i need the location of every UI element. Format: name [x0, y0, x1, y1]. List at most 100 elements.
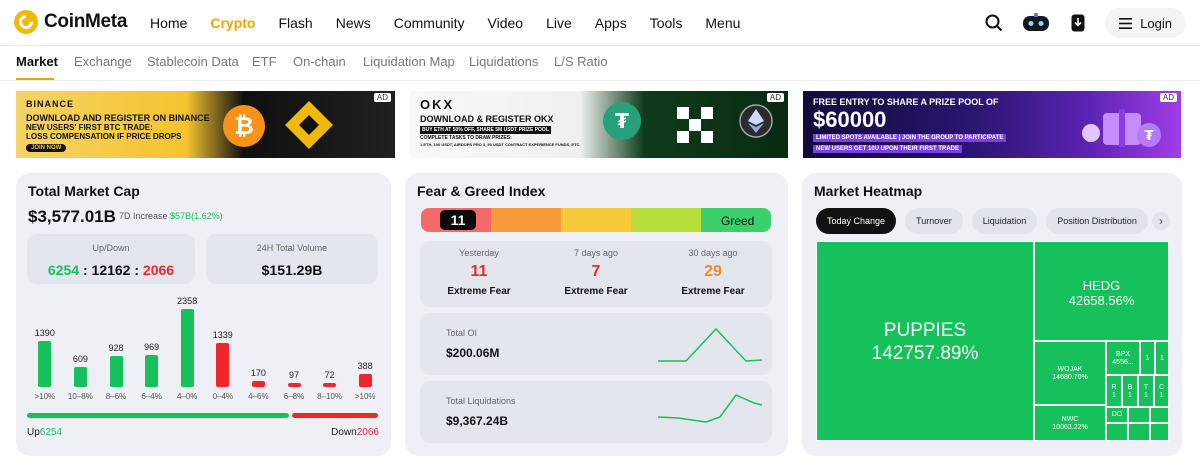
heatmap-cell-small[interactable]: B1 — [1122, 375, 1138, 407]
logo-icon — [14, 10, 38, 34]
okx-ad-banner[interactable]: OKX DOWNLOAD & REGISTER OKX BUY ETH AT 5… — [410, 91, 788, 158]
subtab-on-chain[interactable]: On-chain — [293, 54, 346, 69]
download-app-button[interactable] — [1063, 8, 1093, 38]
distribution-bar[interactable] — [180, 309, 194, 387]
oi-label: Total OI — [446, 328, 478, 338]
chevron-right-icon[interactable]: › — [1152, 212, 1170, 230]
cell-value: 10063.22% — [1052, 424, 1088, 431]
nav-news[interactable]: News — [336, 15, 371, 31]
heatmap-cell-small[interactable]: T1 — [1138, 375, 1154, 407]
cell-symbol: BPX — [1115, 351, 1130, 358]
tab-turnover[interactable]: Turnover — [905, 208, 963, 234]
bitcoin-coin-icon: ₿ — [223, 105, 265, 147]
heatmap-cell-nwc[interactable]: NWC 10063.22% — [1034, 405, 1106, 441]
cell-symbol: T — [1143, 384, 1149, 391]
ad-brand: BINANCE — [26, 99, 75, 109]
up-ratio-bar — [27, 413, 289, 418]
logo[interactable]: CoinMeta — [14, 10, 127, 34]
heatmap-cell-wojak[interactable]: WOJAK 14680.70% — [1034, 341, 1106, 405]
nav-apps[interactable]: Apps — [595, 15, 627, 31]
nav-video[interactable]: Video — [488, 15, 524, 31]
history-30-days: 30 days ago 29 Extreme Fear — [658, 241, 768, 297]
ai-assistant-button[interactable] — [1021, 8, 1051, 38]
tab-today-change[interactable]: Today Change — [816, 208, 897, 234]
total-oi-panel[interactable]: Total OI $200.06M — [420, 313, 772, 375]
subtab-ls-ratio[interactable]: L/S Ratio — [554, 54, 607, 69]
nav-live[interactable]: Live — [546, 15, 572, 31]
bar-value-label: 388 — [357, 361, 373, 372]
nav-community[interactable]: Community — [394, 15, 465, 31]
ad-brand: OKX — [420, 97, 455, 112]
fear-greed-value: 11 — [440, 210, 476, 230]
distribution-bar[interactable] — [358, 374, 372, 387]
volume-label: 24H Total Volume — [256, 243, 328, 253]
bar-value-label: 72 — [324, 370, 335, 380]
up-down-label: Up/Down — [92, 243, 130, 253]
heatmap-cell-hedg[interactable]: HEDG 42658.56% — [1034, 241, 1169, 341]
cell-value: 1 — [1159, 392, 1164, 399]
ad-join-button[interactable]: JOIN NOW — [26, 144, 67, 152]
heatmap-cell-small[interactable] — [1128, 407, 1150, 423]
cell-symbol: NWC — [1061, 416, 1079, 423]
subtab-liquidation-map[interactable]: Liquidation Map — [363, 54, 455, 69]
distribution-bar[interactable] — [216, 342, 230, 387]
distribution-bar[interactable] — [145, 354, 159, 387]
cell-value: 142757.89% — [871, 343, 979, 364]
subtab-liquidations[interactable]: Liquidations — [469, 54, 538, 69]
total-liquidations-panel[interactable]: Total Liquidations $9,367.24B — [420, 381, 772, 443]
nav-home[interactable]: Home — [150, 15, 187, 31]
distribution-bar[interactable] — [251, 381, 265, 387]
heatmap-cell-small[interactable]: 1 — [1140, 341, 1155, 375]
greed-label: Greed — [721, 214, 755, 228]
login-label: Login — [1140, 15, 1172, 31]
heatmap-cell-puppies[interactable]: PUPPIES 142757.89% — [816, 241, 1034, 441]
subtab-exchange[interactable]: Exchange — [74, 54, 132, 69]
nav-flash[interactable]: Flash — [278, 15, 312, 31]
ad-line: 1 ETH, 100 USDT, AIRDOPS PRO 3, 50 USDT … — [420, 142, 581, 147]
heatmap-cell-small[interactable]: 1 — [1155, 341, 1169, 375]
heatmap-cell-small[interactable] — [1128, 423, 1150, 441]
binance-logo-icon — [285, 101, 333, 149]
up-label: Up — [27, 427, 40, 438]
fear-greed-history: Yesterday 11 Extreme Fear 7 days ago 7 E… — [420, 241, 772, 307]
ad-line: NEW USERS' FIRST BTC TRADE: — [26, 123, 153, 132]
ad-line: COMPLETE TASKS TO DRAW PRIZES: — [420, 135, 512, 141]
okx-logo-icon — [677, 107, 713, 143]
prize-pool-ad-banner[interactable]: FREE ENTRY TO SHARE A PRIZE POOL OF $600… — [803, 91, 1181, 158]
login-button[interactable]: Login — [1105, 8, 1186, 38]
subtab-stablecoin-data[interactable]: Stablecoin Data — [147, 54, 239, 69]
heatmap-cell-small[interactable]: DO — [1106, 407, 1128, 423]
nav-tools[interactable]: Tools — [650, 15, 683, 31]
svg-text:₮: ₮ — [1144, 129, 1153, 144]
tab-liquidation[interactable]: Liquidation — [971, 208, 1038, 234]
tab-position-distribution[interactable]: Position Distribution — [1046, 208, 1148, 234]
heatmap-cell-bpx[interactable]: BPX 4556... — [1106, 341, 1140, 375]
history-yesterday: Yesterday 11 Extreme Fear — [424, 241, 534, 297]
binance-ad-banner[interactable]: BINANCE DOWNLOAD AND REGISTER ON BINANCE… — [16, 91, 395, 158]
distribution-bar[interactable] — [38, 341, 52, 387]
distribution-bar[interactable] — [109, 356, 123, 387]
distribution-bar[interactable] — [323, 383, 337, 387]
market-cap-change: 7D Increase $57B(1.62%) — [119, 211, 223, 221]
change-label: 7D Increase — [119, 211, 168, 221]
distribution-bar[interactable] — [287, 383, 301, 387]
heatmap-cell-small[interactable]: C1 — [1154, 375, 1169, 407]
history-status: Extreme Fear — [681, 286, 745, 297]
gauge-segment — [561, 208, 631, 232]
search-button[interactable] — [979, 8, 1009, 38]
nav-menu[interactable]: Menu — [705, 15, 740, 31]
gauge-segment — [491, 208, 561, 232]
subtab-etf[interactable]: ETF — [252, 54, 277, 69]
heatmap-cell-small[interactable]: R1 — [1106, 375, 1122, 407]
heatmap-cell-small[interactable] — [1106, 423, 1128, 441]
subtab-market[interactable]: Market — [16, 54, 58, 69]
liquidations-label: Total Liquidations — [446, 396, 516, 406]
svg-text:₿: ₿ — [234, 112, 254, 140]
heatmap-cell-small[interactable] — [1150, 407, 1169, 423]
nav-crypto[interactable]: Crypto — [210, 15, 255, 31]
heatmap-cell-small[interactable] — [1150, 423, 1169, 441]
cell-symbol: 1 — [1145, 355, 1150, 362]
heatmap-tabs: Today Change Turnover Liquidation Positi… — [816, 208, 1148, 234]
distribution-bar[interactable] — [73, 366, 87, 387]
cell-symbol: R — [1111, 384, 1117, 391]
